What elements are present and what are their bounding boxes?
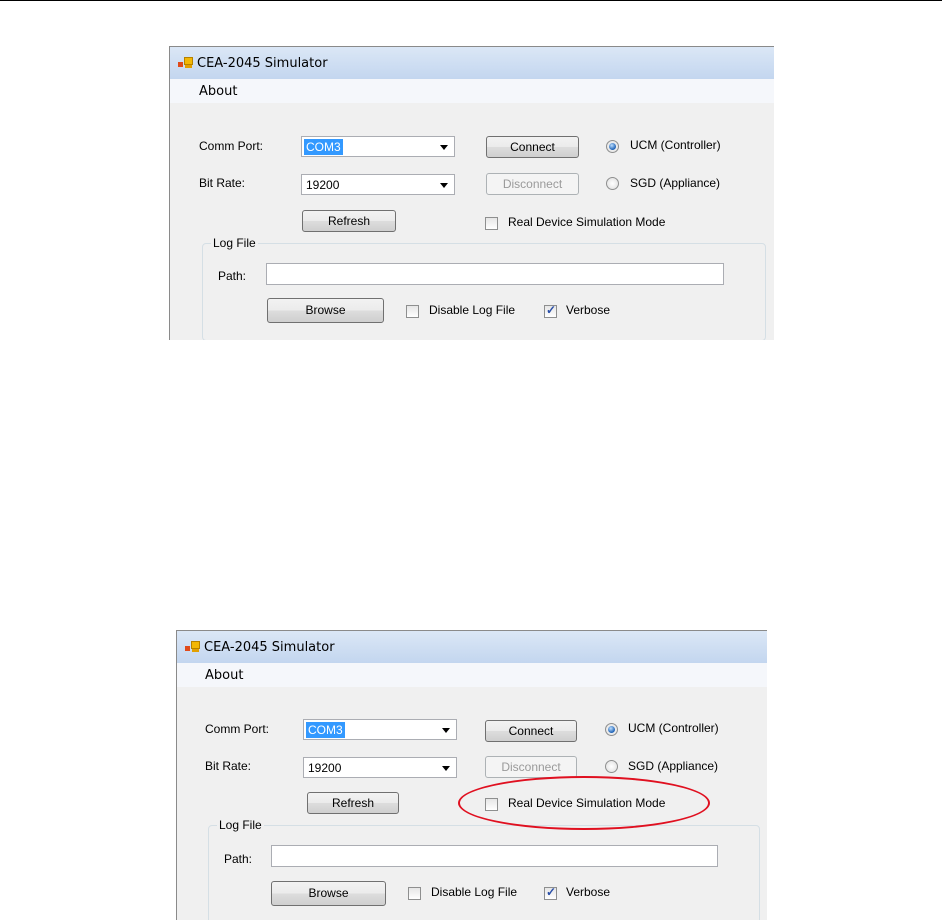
disable-log-file-checkbox[interactable] — [406, 305, 419, 318]
ucm-label: UCM (Controller) — [628, 721, 719, 735]
chevron-down-icon — [442, 728, 450, 733]
browse-button[interactable]: Browse — [271, 881, 386, 906]
refresh-button[interactable]: Refresh — [302, 210, 396, 232]
menu-bar: About — [170, 79, 774, 103]
comm-port-value: COM3 — [306, 722, 345, 738]
real-device-simulation-checkbox[interactable] — [485, 217, 498, 230]
bit-rate-value: 19200 — [306, 178, 340, 192]
sgd-radio[interactable] — [606, 177, 619, 190]
ucm-radio[interactable] — [606, 140, 619, 153]
log-file-group-title: Log File — [211, 236, 258, 250]
sgd-label: SGD (Appliance) — [628, 759, 719, 773]
sgd-label: SGD (Appliance) — [630, 176, 721, 190]
chevron-down-icon — [440, 183, 448, 188]
connect-button[interactable]: Connect — [485, 720, 577, 742]
ucm-label: UCM (Controller) — [630, 138, 721, 152]
chevron-down-icon — [442, 766, 450, 771]
bit-rate-select[interactable]: 19200 — [301, 174, 455, 195]
browse-button[interactable]: Browse — [267, 298, 384, 323]
disconnect-button[interactable]: Disconnect — [486, 173, 579, 195]
log-file-group: Log File Path: Browse Disable Log File V… — [202, 236, 766, 340]
log-file-group-title: Log File — [217, 818, 264, 832]
title-bar: CEA-2045 Simulator — [170, 47, 774, 79]
ucm-radio[interactable] — [605, 723, 618, 736]
path-input[interactable] — [271, 845, 718, 867]
path-label: Path: — [224, 852, 253, 866]
refresh-button[interactable]: Refresh — [307, 792, 399, 814]
comm-port-label: Comm Port: — [199, 139, 264, 153]
window-body: About Comm Port: COM3 Bit Rate: 19200 Co… — [170, 79, 774, 340]
title-bar: CEA-2045 Simulator — [177, 631, 767, 663]
menu-item-about[interactable]: About — [199, 84, 237, 99]
disable-log-file-label: Disable Log File — [431, 885, 518, 899]
verbose-checkbox[interactable] — [544, 885, 557, 900]
menu-item-about[interactable]: About — [205, 668, 243, 683]
verbose-label: Verbose — [566, 303, 611, 317]
path-input[interactable] — [266, 263, 724, 285]
disconnect-button[interactable]: Disconnect — [485, 756, 577, 778]
bit-rate-select[interactable]: 19200 — [303, 757, 457, 778]
bit-rate-label: Bit Rate: — [199, 176, 246, 190]
bit-rate-value: 19200 — [308, 761, 342, 775]
app-icon — [185, 641, 201, 653]
disable-log-file-label: Disable Log File — [429, 303, 516, 317]
menu-bar: About — [177, 663, 767, 687]
verbose-label: Verbose — [566, 885, 611, 899]
window-title: CEA-2045 Simulator — [204, 640, 335, 655]
chevron-down-icon — [440, 145, 448, 150]
page-top-rule — [0, 0, 942, 1]
verbose-checkbox[interactable] — [544, 303, 557, 318]
simulator-screenshot-1: CEA-2045 Simulator About Comm Port: COM3… — [169, 46, 774, 340]
connect-button[interactable]: Connect — [486, 136, 579, 158]
sgd-radio[interactable] — [605, 760, 618, 773]
comm-port-value: COM3 — [304, 139, 343, 155]
highlight-ellipse — [458, 776, 710, 830]
simulator-screenshot-2: CEA-2045 Simulator About Comm Port: COM3… — [176, 630, 767, 920]
comm-port-label: Comm Port: — [205, 722, 270, 736]
app-icon — [178, 57, 194, 69]
comm-port-select[interactable]: COM3 — [301, 136, 455, 157]
real-device-simulation-label: Real Device Simulation Mode — [508, 215, 666, 229]
path-label: Path: — [218, 269, 247, 283]
window-title: CEA-2045 Simulator — [197, 56, 328, 71]
bit-rate-label: Bit Rate: — [205, 759, 252, 773]
comm-port-select[interactable]: COM3 — [303, 719, 457, 740]
disable-log-file-checkbox[interactable] — [408, 887, 421, 900]
log-file-group: Log File Path: Browse Disable Log File V… — [208, 818, 760, 920]
